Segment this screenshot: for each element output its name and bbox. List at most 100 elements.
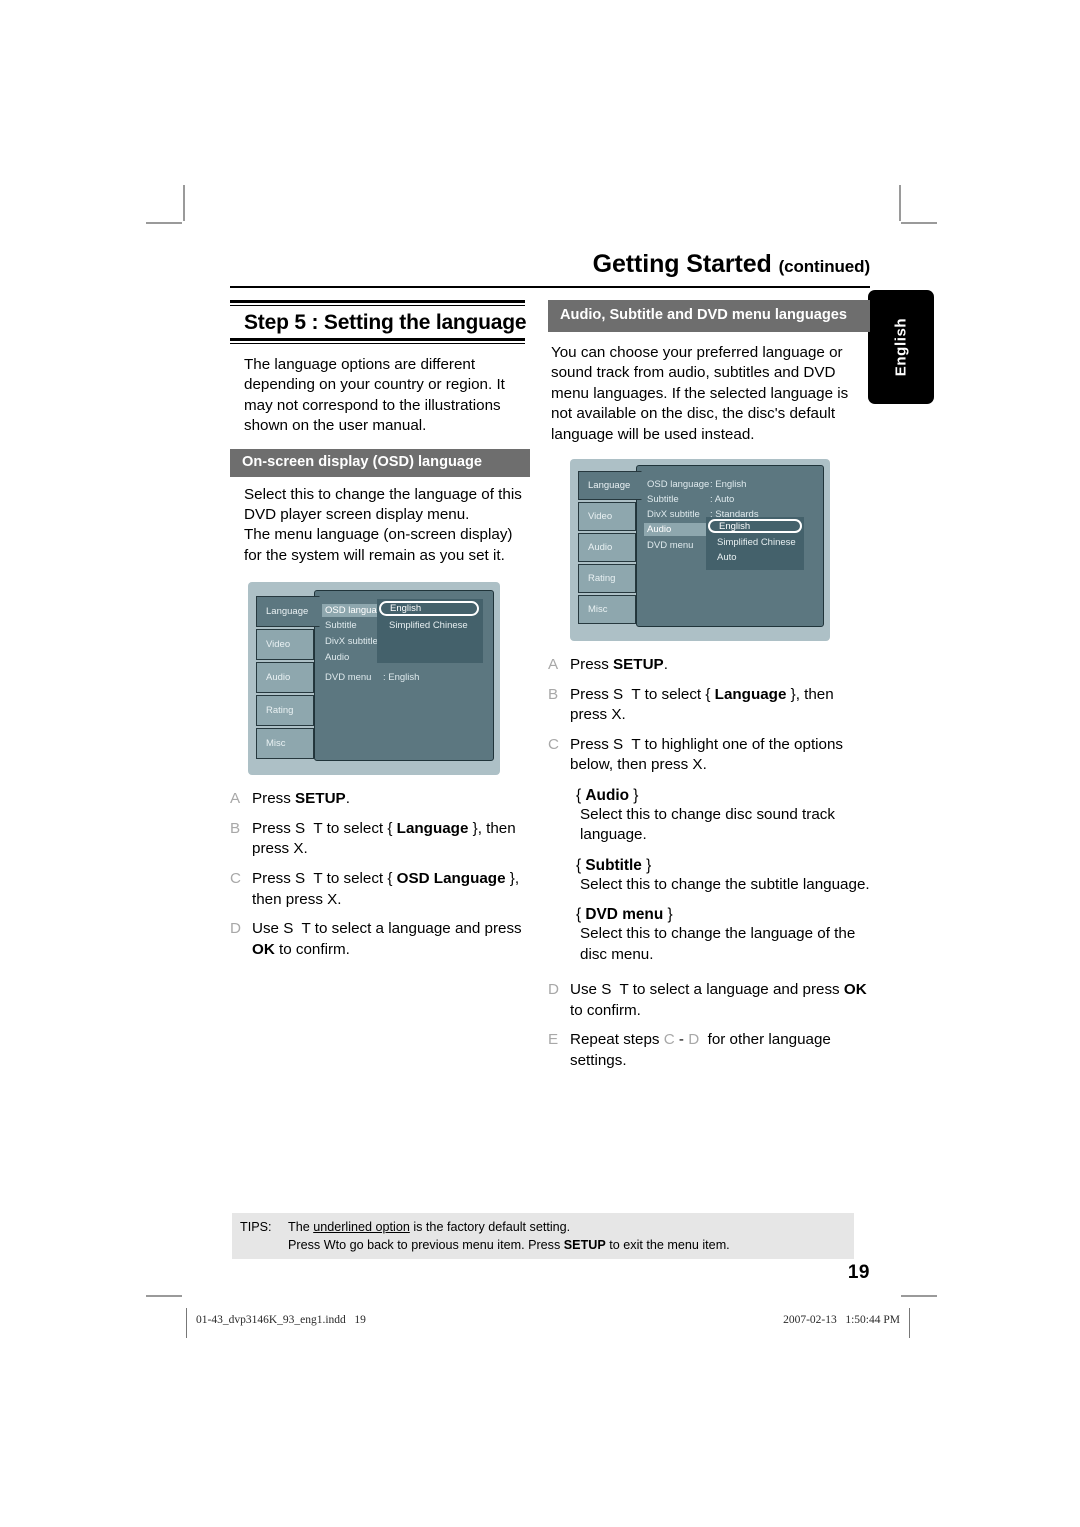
tips-line1-underlined: underlined option xyxy=(313,1220,410,1234)
osd-left-tab-language[interactable]: Language xyxy=(256,596,320,628)
step5-rule-top-thick xyxy=(230,300,525,303)
osd-right-tab-misc[interactable]: Misc xyxy=(578,595,636,625)
crop-mark-bottom-left-horizontal xyxy=(146,1295,182,1297)
osd-left-item-divx-subtitle-label: DivX subtitle xyxy=(325,636,378,648)
osd-language-body-line1: Select this to change the language of th… xyxy=(244,485,522,524)
tips-line1-after: is the factory default setting. xyxy=(409,1220,571,1234)
tips-line2-bold: SETUP xyxy=(563,1237,606,1252)
osd-left-item-dvd-menu-label: DVD menu xyxy=(325,672,372,684)
right-steps-top-list: A Press SETUP. B Press S T to select { L… xyxy=(548,655,870,776)
right-step-b-text: Press S T to select { Language }, then p… xyxy=(570,685,834,724)
osd-illustration-right: Language Video Audio Rating Misc OSD lan… xyxy=(570,459,830,642)
right-step-c: C Press S T to highlight one of the opti… xyxy=(548,735,870,776)
osd-right-tab-language[interactable]: Language xyxy=(578,471,642,501)
osd-right-item-dvd-menu[interactable]: DVD menu xyxy=(647,540,693,551)
step5-rule-bottom-thin xyxy=(230,343,525,344)
right-step-a-text: Press SETUP. xyxy=(570,656,668,674)
osd-right-tab-video[interactable]: Video xyxy=(578,502,636,532)
left-step-b-letter: B xyxy=(230,819,241,837)
left-steps-list: A Press SETUP. B Press S T to select { L… xyxy=(230,789,530,960)
left-step-b-text: Press S T to select { Language }, then p… xyxy=(252,819,516,858)
tips-label: TIPS: xyxy=(240,1220,272,1234)
osd-right-option-english[interactable]: English xyxy=(708,519,802,534)
osd-right-value-osd-language-text: : English xyxy=(710,479,747,491)
right-step-a: A Press SETUP. xyxy=(548,655,870,676)
left-step-d-letter: D xyxy=(230,920,241,938)
osd-right-tab-rating[interactable]: Rating xyxy=(578,564,636,594)
option-dvd-menu-title: { DVD menu } xyxy=(576,906,673,924)
left-step-a: A Press SETUP. xyxy=(230,789,530,810)
right-step-a-letter: A xyxy=(548,656,559,674)
tips-line2-c: to exit the menu item. xyxy=(605,1237,730,1252)
osd-right-tab-misc-label: Misc xyxy=(588,604,608,616)
tips-line-1: The underlined option is the factory def… xyxy=(288,1219,854,1237)
osd-left-option-english-label: English xyxy=(390,603,422,615)
osd-right-item-dvd-menu-label: DVD menu xyxy=(647,540,694,552)
crop-mark-bottom-right-horizontal xyxy=(901,1295,937,1297)
crop-mark-top-right-vertical xyxy=(899,185,901,221)
left-step-a-letter: A xyxy=(230,790,241,808)
osd-left-tab-misc-label: Misc xyxy=(266,738,286,750)
right-step-e-text: Repeat steps C - D for other language se… xyxy=(570,1031,831,1069)
osd-left-tab-rating-label: Rating xyxy=(266,705,294,717)
osd-left-value-dvd-menu: : English xyxy=(383,672,419,683)
osd-left-tab-video[interactable]: Video xyxy=(256,629,314,661)
osd-left-option-simplified-chinese[interactable]: Simplified Chinese xyxy=(389,620,468,631)
left-intro-text: The language options are different depen… xyxy=(244,356,505,435)
osd-left-item-audio[interactable]: Audio xyxy=(325,652,349,663)
right-step-d-letter: D xyxy=(548,981,559,999)
option-audio: { Audio } Select this to change disc sou… xyxy=(576,787,870,846)
right-step-c-letter: C xyxy=(548,735,559,753)
osd-left-tab-rating[interactable]: Rating xyxy=(256,695,314,727)
osd-left-tab-misc[interactable]: Misc xyxy=(256,728,314,760)
osd-right-tab-language-label: Language xyxy=(588,480,631,492)
osd-left-item-subtitle-label: Subtitle xyxy=(325,620,357,632)
osd-right-item-divx-subtitle[interactable]: DivX subtitle xyxy=(647,509,700,520)
osd-right-item-audio[interactable]: Audio xyxy=(644,523,711,537)
osd-right-option-auto[interactable]: Auto xyxy=(717,552,737,563)
right-step-e-letter: E xyxy=(548,1031,559,1049)
tips-line2-a: Press W xyxy=(288,1237,336,1252)
colophon-right-bar xyxy=(909,1308,910,1338)
osd-left-item-divx-subtitle[interactable]: DivX subtitle xyxy=(325,636,378,647)
left-step-d: D Use S T to select a language and press… xyxy=(230,919,530,960)
osd-illustration-left: Language Video Audio Rating Misc OSD lan… xyxy=(248,582,500,776)
option-audio-title: { Audio } xyxy=(576,787,639,804)
tips-line-2: Press Wto go back to previous menu item.… xyxy=(288,1237,854,1255)
osd-right-option-simplified-chinese[interactable]: Simplified Chinese xyxy=(717,537,796,548)
left-column: Step 5 : Setting the language The langua… xyxy=(230,300,530,969)
tips-lines: The underlined option is the factory def… xyxy=(288,1219,854,1259)
osd-right-option-simplified-chinese-label: Simplified Chinese xyxy=(717,537,796,549)
osd-right-tab-audio[interactable]: Audio xyxy=(578,533,636,563)
osd-left-option-english[interactable]: English xyxy=(379,601,479,617)
osd-left-tab-audio[interactable]: Audio xyxy=(256,662,314,694)
osd-right-item-osd-language[interactable]: OSD language xyxy=(647,479,709,490)
left-step-c: C Press S T to select { OSD Language }, … xyxy=(230,869,530,910)
option-dvd-menu-desc: Select this to change the language of th… xyxy=(580,925,856,963)
osd-left-option-simplified-chinese-label: Simplified Chinese xyxy=(389,620,468,632)
tips-line2-b: to go back to previous menu item. Press xyxy=(335,1237,564,1252)
osd-language-section-header: On-screen display (OSD) language xyxy=(230,448,530,477)
page-number: 19 xyxy=(847,1262,870,1283)
tips-line1-before: The xyxy=(288,1220,314,1234)
step5-rule-bottom-thick xyxy=(230,338,525,341)
running-head-title: Getting Started xyxy=(592,250,779,278)
osd-left-item-dvd-menu[interactable]: DVD menu xyxy=(325,672,371,683)
language-thumb-tab: English xyxy=(868,290,934,404)
left-step-c-text: Press S T to select { OSD Language }, th… xyxy=(252,870,520,908)
option-subtitle-title-text: Subtitle xyxy=(585,856,642,874)
osd-right-tab-rating-label: Rating xyxy=(588,573,616,585)
osd-right-tab-audio-label: Audio xyxy=(588,542,613,554)
osd-left-item-subtitle[interactable]: Subtitle xyxy=(325,620,357,631)
osd-right-item-audio-label: Audio xyxy=(647,524,672,536)
right-step-b-letter: B xyxy=(548,685,559,703)
osd-right-item-subtitle[interactable]: Subtitle xyxy=(647,494,679,505)
osd-right-value-subtitle: : Auto xyxy=(710,494,734,505)
osd-right-item-subtitle-label: Subtitle xyxy=(647,494,679,506)
right-step-d: D Use S T to select a language and press… xyxy=(548,980,870,1021)
crop-mark-top-left-horizontal xyxy=(146,222,182,224)
audio-subtitle-section-header: Audio, Subtitle and DVD menu languages xyxy=(548,300,870,332)
osd-right-item-osd-language-label: OSD language xyxy=(647,479,710,491)
osd-left-tab-language-label: Language xyxy=(266,606,309,618)
osd-right-value-osd-language: : English xyxy=(710,479,746,490)
